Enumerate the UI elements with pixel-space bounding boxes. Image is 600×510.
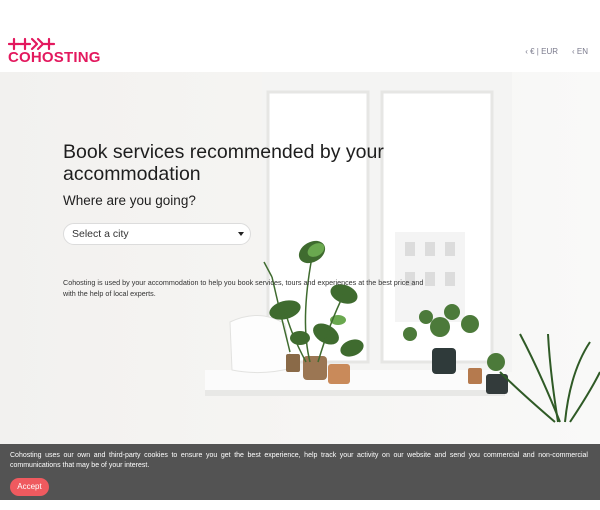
accept-cookies-button[interactable]: Accept <box>10 478 49 496</box>
site-header: COHOSTING ‹ € | EUR ‹ EN <box>0 0 600 72</box>
logo-wordmark: COHOSTING <box>8 49 101 66</box>
hero-subtitle: Where are you going? <box>63 193 196 208</box>
chevron-down-icon <box>238 232 244 236</box>
hero-background-image <box>205 72 600 423</box>
city-select-value: Select a city <box>72 228 129 240</box>
cohosting-logo[interactable]: COHOSTING <box>8 37 104 69</box>
cookie-banner: Cohosting uses our own and third-party c… <box>0 444 600 500</box>
hero-description: Cohosting is used by your accommodation … <box>63 278 424 298</box>
language-switcher[interactable]: ‹ EN <box>572 47 588 56</box>
currency-switcher[interactable]: ‹ € | EUR <box>525 47 558 56</box>
hero-title: Book services recommended by your accomm… <box>63 141 384 185</box>
hero-section: Book services recommended by your accomm… <box>0 72 600 444</box>
header-links: ‹ € | EUR ‹ EN <box>525 47 588 56</box>
cookie-banner-text: Cohosting uses our own and third-party c… <box>10 452 588 469</box>
city-select[interactable]: Select a city <box>63 223 251 245</box>
